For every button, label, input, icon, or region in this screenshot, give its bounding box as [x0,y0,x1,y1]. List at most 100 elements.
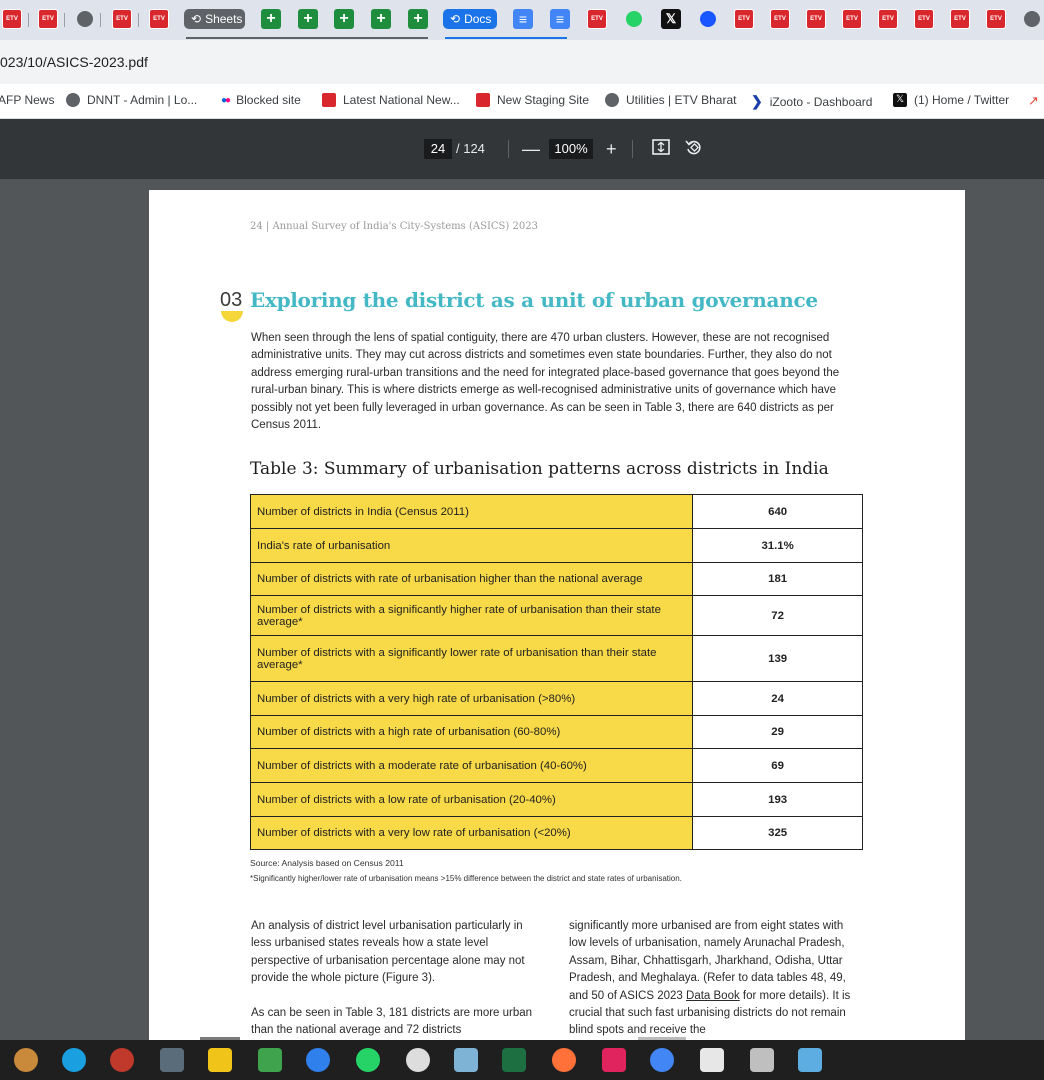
etv-tab-icon[interactable] [770,9,790,29]
toolbar-divider [508,140,509,158]
bookmarks-bar: AFP News DNNT - Admin | Lo... ●● Blocked… [0,84,1044,119]
table-cell-value: 24 [692,681,863,716]
table-row: Number of districts with a low rate of u… [249,782,863,817]
page-number-input[interactable]: 24 [424,139,452,159]
notepad-icon[interactable] [160,1048,184,1072]
bookmark-label: Utilities | ETV Bharat [626,93,737,107]
sheets-tab-icon[interactable] [408,9,428,29]
sheets-tab-icon[interactable] [371,9,391,29]
chrome-icon[interactable] [650,1048,674,1072]
bookmark-utilities[interactable]: Utilities | ETV Bharat [605,93,736,107]
taskbar-active-indicator [638,1037,686,1040]
bookmark-label: DNNT - Admin | Lo... [87,93,198,107]
bookmark-label: AFP News [0,93,55,107]
summary-table: Number of districts in India (Census 201… [249,494,863,850]
table-cell-label: Number of districts with a very high rat… [249,681,694,716]
pdf-viewer[interactable]: 24 | Annual Survey of India's City-Syste… [0,179,1044,1040]
x-twitter-tab-icon[interactable] [661,9,681,29]
etv-tab-icon[interactable] [950,9,970,29]
document-app-icon[interactable] [750,1048,774,1072]
tab-group-icon: ⟲ [191,12,202,26]
table-source: Source: Analysis based on Census 2011 [250,858,404,868]
fit-to-page-button[interactable] [651,137,671,163]
etv-tab-icon[interactable] [878,9,898,29]
table-cell-label: Number of districts with a significantly… [249,595,694,636]
bookmark-chart-icon[interactable]: ↗ [1028,93,1039,109]
table-row: Number of districts with a very low rate… [249,816,863,850]
etv-tab-icon[interactable] [914,9,934,29]
bookmark-new-staging[interactable]: New Staging Site [476,93,589,107]
table-footnote: *Significantly higher/lower rate of urba… [250,874,682,883]
etv-tab-icon[interactable] [842,9,862,29]
table-cell-value: 640 [692,494,863,529]
etv-tab-icon[interactable] [587,9,607,29]
paint-palette-icon[interactable] [14,1048,38,1072]
table-cell-value: 325 [692,816,863,850]
zoom-level-input[interactable]: 100% [549,139,593,159]
trend-chart-icon: ↗ [1028,93,1039,108]
sync-app-icon[interactable] [306,1048,330,1072]
tab-group-sheets[interactable]: ⟲ Sheets [184,9,245,29]
circular-app-icon[interactable] [406,1048,430,1072]
bookmark-label: iZooto - Dashboard [769,94,873,109]
data-book-link[interactable]: Data Book [686,990,740,1002]
table-row: Number of districts with rate of urbanis… [249,562,863,596]
edge-browser-icon[interactable] [62,1048,86,1072]
section-number: 03 [220,289,243,311]
url-text[interactable]: 023/10/ASICS-2023.pdf [0,54,148,70]
pen-tool-icon[interactable] [454,1048,478,1072]
tab-separator [138,13,139,27]
photos-app-icon[interactable] [798,1048,822,1072]
sheets-tab-icon[interactable] [334,9,354,29]
body-column-right: significantly more urbanised are from ei… [569,918,859,1040]
docs-tab-icon[interactable] [513,9,533,29]
etv-tab-icon[interactable] [734,9,754,29]
rotate-button[interactable] [684,137,704,163]
etv-tab-icon[interactable] [2,9,22,29]
etv-tab-icon[interactable] [806,9,826,29]
bookmark-blocked-site[interactable]: ●● Blocked site [221,93,301,107]
docs-tab-icon[interactable] [550,9,570,29]
address-bar[interactable]: 023/10/ASICS-2023.pdf [0,40,1044,85]
table-title: Table 3: Summary of urbanisation pattern… [250,459,829,479]
bookmark-dnnt-admin[interactable]: DNNT - Admin | Lo... [66,93,197,107]
globe-icon [605,93,619,107]
tab-group-docs[interactable]: ⟲ Docs [443,9,497,29]
media-player-icon[interactable] [258,1048,282,1072]
zoom-out-button[interactable]: — [522,137,540,161]
section-accent-shape [221,311,243,322]
etv-tab-icon[interactable] [38,9,58,29]
whatsapp-tab-icon[interactable] [626,11,642,27]
etv-tab-icon[interactable] [986,9,1006,29]
bookmark-izooto[interactable]: ❯ iZooto - Dashboard [751,93,872,110]
snipping-tool-icon[interactable] [110,1048,134,1072]
etv-tab-icon[interactable] [149,9,169,29]
izooto-chevron-icon: ❯ [751,93,763,109]
table-row: Number of districts with a very high rat… [249,681,863,716]
table-row: Number of districts with a moderate rate… [249,748,863,783]
image-viewer-icon[interactable] [700,1048,724,1072]
globe-tab-icon[interactable] [77,11,93,27]
rotate-icon [685,140,701,155]
blue-circle-tab-icon[interactable] [700,11,716,27]
section-title: Exploring the district as a unit of urba… [250,288,818,312]
bookmark-afp-news[interactable]: AFP News [0,93,54,107]
design-app-icon[interactable] [602,1048,626,1072]
file-explorer-icon[interactable] [208,1048,232,1072]
sheets-tab-icon[interactable] [261,9,281,29]
tab-separator [100,13,101,27]
sheets-tab-icon[interactable] [298,9,318,29]
bookmark-latest-national[interactable]: Latest National New... [322,93,460,107]
excel-icon[interactable] [502,1048,526,1072]
zoom-in-button[interactable]: + [606,137,617,161]
table-row: Number of districts in India (Census 201… [249,494,863,529]
table-cell-label: Number of districts with a low rate of u… [249,782,694,817]
windows-taskbar [0,1040,1044,1080]
whatsapp-icon[interactable] [356,1048,380,1072]
firefox-icon[interactable] [552,1048,576,1072]
globe-tab-icon[interactable] [1024,11,1040,27]
intro-paragraph: When seen through the lens of spatial co… [251,332,840,432]
pdf-toolbar: 24 / 124 — 100% + [0,119,1044,179]
etv-tab-icon[interactable] [112,9,132,29]
bookmark-twitter[interactable]: 𝕏 (1) Home / Twitter [893,93,1009,107]
